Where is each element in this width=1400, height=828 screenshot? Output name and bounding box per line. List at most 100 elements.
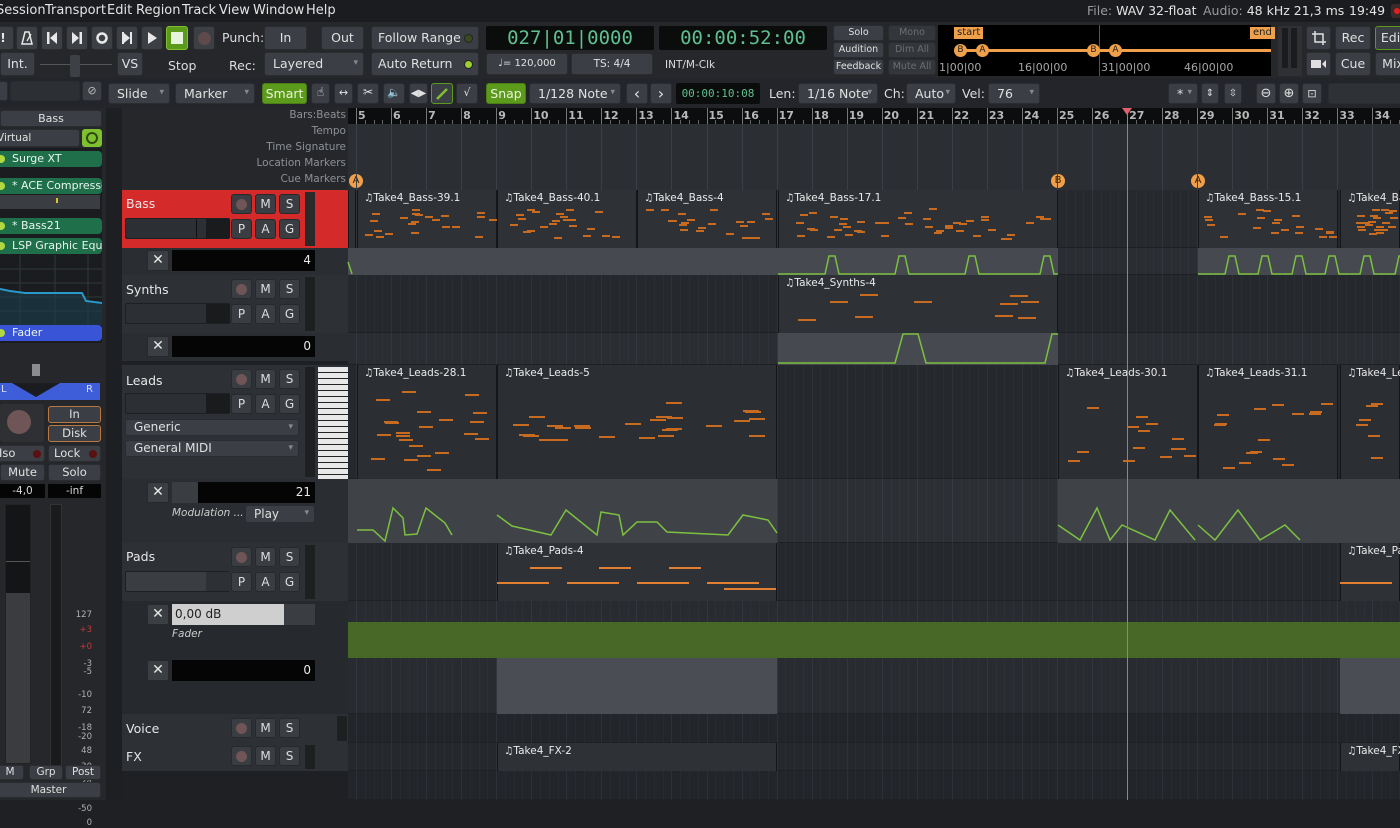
midi-note[interactable] xyxy=(1238,462,1251,465)
midi-note[interactable] xyxy=(419,426,434,429)
midi-note[interactable] xyxy=(1372,208,1381,211)
rec-enable-button[interactable] xyxy=(231,718,252,738)
midi-note[interactable] xyxy=(1291,413,1304,416)
midi-note[interactable] xyxy=(1126,426,1139,429)
midi-note[interactable] xyxy=(796,235,805,238)
midi-note[interactable] xyxy=(410,221,419,224)
midi-note[interactable] xyxy=(439,419,454,422)
midi-note[interactable] xyxy=(1280,228,1289,231)
midi-note[interactable] xyxy=(451,226,460,229)
strip-track-name[interactable]: Bass xyxy=(0,110,102,127)
tempo-button[interactable]: ♩= 120,000 xyxy=(486,53,568,75)
hide-automation-button[interactable]: ✕ xyxy=(147,660,169,681)
midi-note[interactable] xyxy=(602,234,611,237)
midi-note[interactable] xyxy=(987,229,996,232)
dim-all-button[interactable]: Dim All xyxy=(888,42,936,58)
mute-all-button[interactable]: Mute All xyxy=(888,59,936,75)
midi-note[interactable] xyxy=(440,214,449,217)
midi-note[interactable] xyxy=(1388,226,1397,229)
midi-note[interactable] xyxy=(834,229,843,232)
midi-note[interactable] xyxy=(1214,422,1227,425)
midi-note[interactable] xyxy=(473,411,488,414)
automation-button[interactable]: A xyxy=(255,394,276,414)
midi-note[interactable] xyxy=(669,567,701,569)
midi-note[interactable] xyxy=(844,233,853,236)
midi-note[interactable] xyxy=(412,209,421,212)
zoom-to-session-icon[interactable]: ⊡ xyxy=(1302,83,1322,104)
mute-button[interactable]: M xyxy=(255,279,276,299)
group-button[interactable]: G xyxy=(279,394,300,414)
gain-fader[interactable] xyxy=(5,504,31,764)
menu-session[interactable]: Session xyxy=(0,3,46,18)
midi-note[interactable] xyxy=(399,438,414,441)
solo-button[interactable]: S xyxy=(279,194,300,214)
group-button[interactable]: Grp xyxy=(29,765,63,780)
midi-note[interactable] xyxy=(372,213,380,216)
midi-note[interactable] xyxy=(748,435,765,438)
peak-display[interactable]: -inf xyxy=(48,484,101,498)
midi-note[interactable] xyxy=(370,219,379,222)
midi-note[interactable] xyxy=(1222,466,1235,469)
automation-button[interactable]: A xyxy=(255,572,276,592)
midi-note[interactable] xyxy=(904,212,913,215)
midi-note[interactable] xyxy=(474,235,483,238)
midi-note[interactable] xyxy=(416,455,431,458)
track-name[interactable]: Leads xyxy=(126,373,163,388)
piano-roll-keyboard[interactable] xyxy=(318,367,348,479)
midi-note[interactable] xyxy=(523,434,540,437)
grab-tool-icon[interactable]: ☝ xyxy=(311,83,330,104)
midi-note[interactable] xyxy=(476,216,485,219)
midi-note[interactable] xyxy=(554,427,571,430)
goto-start-icon[interactable] xyxy=(41,26,63,50)
compressor-inline-controls[interactable] xyxy=(0,195,100,209)
cut-tool-icon[interactable]: ✂ xyxy=(357,83,379,104)
input-button[interactable]: Virtual Keyboard xyxy=(0,129,80,160)
midi-note[interactable] xyxy=(488,218,497,221)
automation-button[interactable]: A xyxy=(255,219,276,239)
midi-note[interactable] xyxy=(1319,235,1328,238)
range-tool-icon[interactable]: ↔ xyxy=(334,83,353,104)
midi-note[interactable] xyxy=(1146,423,1158,426)
midi-note[interactable] xyxy=(513,423,530,426)
zoom-out-icon[interactable]: ⊖ xyxy=(1256,83,1276,104)
midi-note[interactable] xyxy=(933,232,942,235)
track-header-fx[interactable]: FX M S xyxy=(122,743,348,771)
midi-note[interactable] xyxy=(399,217,408,219)
cue-window-button[interactable]: Cue xyxy=(1335,52,1371,76)
midi-note[interactable] xyxy=(527,229,536,232)
midi-note[interactable] xyxy=(1122,460,1135,463)
midi-note[interactable] xyxy=(1374,229,1383,232)
midi-note[interactable] xyxy=(1135,415,1148,418)
track-name[interactable]: Synths xyxy=(126,282,169,297)
shuttle-handle[interactable] xyxy=(70,55,80,77)
midi-note[interactable] xyxy=(408,444,423,447)
midi-note[interactable] xyxy=(1257,439,1270,442)
mini-cue-marker[interactable]: B xyxy=(1087,44,1100,57)
midi-note[interactable] xyxy=(441,225,450,228)
midi-note[interactable] xyxy=(1204,216,1213,219)
midi-note[interactable] xyxy=(1389,217,1398,220)
midi-note[interactable] xyxy=(1357,225,1366,228)
start-marker[interactable]: start xyxy=(954,27,984,39)
midi-note[interactable] xyxy=(707,223,716,226)
automation-mode-dropdown[interactable]: Play xyxy=(245,505,315,523)
playhead[interactable] xyxy=(1127,108,1128,800)
midi-note[interactable] xyxy=(839,223,848,226)
fader-automation-band[interactable] xyxy=(348,622,1400,658)
midi-note[interactable] xyxy=(527,209,536,212)
midi-region[interactable] xyxy=(348,190,356,248)
rec-enable-button[interactable] xyxy=(231,547,252,567)
midi-note[interactable] xyxy=(1000,303,1019,305)
midi-note[interactable] xyxy=(1296,226,1305,229)
mute-button[interactable]: M xyxy=(255,194,276,214)
midi-note[interactable] xyxy=(856,220,865,223)
midi-note[interactable] xyxy=(1159,456,1172,458)
midi-note[interactable] xyxy=(517,217,526,220)
midi-note[interactable] xyxy=(497,582,549,584)
midi-note[interactable] xyxy=(385,233,394,236)
midi-note[interactable] xyxy=(1309,412,1322,415)
hide-automation-button[interactable]: ✕ xyxy=(147,482,169,503)
stop-icon[interactable] xyxy=(166,26,188,50)
record-mode-dropdown[interactable]: Layered xyxy=(264,52,364,76)
midi-note[interactable] xyxy=(854,230,863,233)
